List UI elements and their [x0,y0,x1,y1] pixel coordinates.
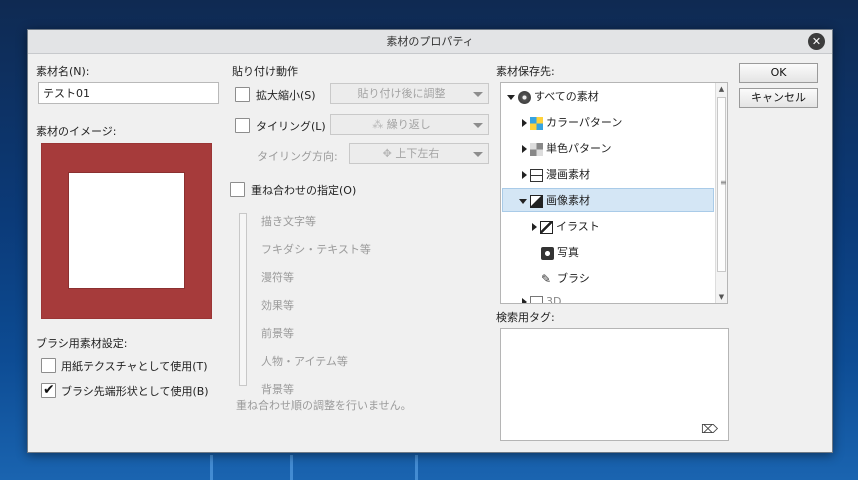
tree-item-all[interactable]: すべての素材 [507,85,599,109]
material-name-label: 素材名(N): [36,65,90,78]
color-pattern-icon [530,116,543,130]
brush-icon: ✎ [541,271,552,286]
tiling-checkbox[interactable] [235,118,250,133]
search-tag-box[interactable]: ⌦ [500,328,729,441]
layer-item: 効果等 [261,299,294,312]
add-tag-icon[interactable]: ⌦ [701,422,718,436]
paper-texture-checkbox[interactable] [41,358,56,373]
tiling-dropdown[interactable]: ⁂ 繰り返し [330,114,489,135]
cube-icon [530,295,543,303]
collapse-arrow-icon [507,94,515,100]
material-properties-dialog: 素材のプロパティ ✕ 素材名(N): 素材のイメージ: ブラシ用素材設定: 用紙… [27,29,833,453]
tree-item-label: 単色パターン [546,142,612,155]
layer-item: 前景等 [261,327,294,340]
brush-tip-label[interactable]: ブラシ先端形状として使用(B) [61,383,209,399]
expand-arrow-icon [532,223,537,231]
tiling-dropdown-value: 繰り返し [386,118,431,131]
camera-icon [541,246,554,260]
tree-item-label: 漫画素材 [546,168,590,181]
expand-arrow-icon [522,145,527,153]
tree-item-photo[interactable]: 写真 [538,241,579,265]
layer-order-slider[interactable] [239,213,247,386]
layer-item: 背景等 [261,383,294,396]
grip-icon: ≡ [720,178,727,187]
mono-pattern-icon [530,142,543,156]
direction-arrows-icon: ✥ [382,147,396,160]
expand-arrow-icon [522,171,527,179]
storage-tree[interactable]: すべての素材 カラーパターン 単色パターン 漫画素材 画像素材 イラスト 写真 … [500,82,728,304]
tree-item-brush[interactable]: ✎ ブラシ [538,267,590,291]
collapse-arrow-icon [519,198,527,204]
tiling-direction-label: タイリング方向: [257,150,338,163]
tree-item-label: 3D [546,295,562,304]
layer-order-checkbox[interactable] [230,182,245,197]
dropdown-arrow-icon [473,123,483,128]
layer-order-label[interactable]: 重ね合わせの指定(O) [251,182,356,198]
pen-frame-icon [540,220,553,234]
scale-dropdown-value: 貼り付け後に調整 [357,87,446,100]
tree-item-illust[interactable]: イラスト [532,215,600,239]
layer-item: 人物・アイテム等 [261,355,348,368]
light-beam-a [210,455,213,480]
disc-icon [518,90,531,104]
paste-behavior-label: 貼り付け動作 [232,65,298,78]
layer-item: 漫符等 [261,271,294,284]
tree-item-image[interactable]: 画像素材 [502,188,714,212]
material-name-input[interactable] [38,82,219,104]
expand-arrow-icon [522,119,527,127]
ok-button[interactable]: OK [739,63,818,83]
paper-texture-label[interactable]: 用紙テクスチャとして使用(T) [61,358,208,374]
tree-item-label: イラスト [556,220,600,233]
material-image-preview [41,143,212,319]
tree-item-3d[interactable]: 3D [522,290,562,304]
expand-arrow-icon [522,298,527,303]
brush-settings-label: ブラシ用素材設定: [36,337,128,350]
scale-dropdown[interactable]: 貼り付け後に調整 [330,83,489,104]
brush-tip-checkbox[interactable]: ✔ [41,382,56,398]
tiling-label[interactable]: タイリング(L) [256,118,326,134]
tree-item-color-pattern[interactable]: カラーパターン [522,111,622,135]
manga-panel-icon [530,168,543,182]
scroll-thumb[interactable]: ≡ [717,97,727,272]
dialog-title: 素材のプロパティ [386,35,474,48]
search-tag-label: 検索用タグ: [496,311,555,324]
dropdown-arrow-icon [473,152,483,157]
tree-item-mono-pattern[interactable]: 単色パターン [522,137,611,161]
tree-item-label: 画像素材 [546,194,590,207]
light-beam-b [290,455,293,480]
cancel-button[interactable]: キャンセル [739,88,818,108]
tree-scrollbar[interactable]: ▲ ≡ ▼ [715,83,727,303]
tree-item-label: カラーパターン [546,116,623,129]
layer-item: 描き文字等 [261,215,316,228]
scroll-down-icon[interactable]: ▼ [716,291,727,303]
scale-checkbox[interactable] [235,87,250,102]
tiling-direction-dropdown[interactable]: ✥ 上下左右 [349,143,489,164]
tiling-mode-icon: ⁂ [372,118,387,131]
layer-item: フキダシ・テキスト等 [261,243,371,256]
checkmark-icon: ✔ [43,382,55,398]
dropdown-arrow-icon [473,92,483,97]
tree-item-manga[interactable]: 漫画素材 [522,163,590,187]
scale-label[interactable]: 拡大縮小(S) [256,87,316,103]
preview-inner-square [68,172,185,289]
layer-order-note: 重ね合わせ順の調整を行いません。 [236,399,412,412]
tiling-direction-value: 上下左右 [395,147,440,160]
light-beam-c [415,455,418,480]
tree-item-label: 写真 [557,246,579,259]
storage-label: 素材保存先: [496,65,555,78]
scroll-up-icon[interactable]: ▲ [716,83,727,95]
material-image-label: 素材のイメージ: [36,125,117,138]
title-bar: 素材のプロパティ ✕ [28,30,832,54]
image-icon [530,194,543,208]
tree-item-label: ブラシ [557,272,590,285]
close-icon[interactable]: ✕ [808,33,825,50]
tree-item-label: すべての素材 [534,90,599,103]
